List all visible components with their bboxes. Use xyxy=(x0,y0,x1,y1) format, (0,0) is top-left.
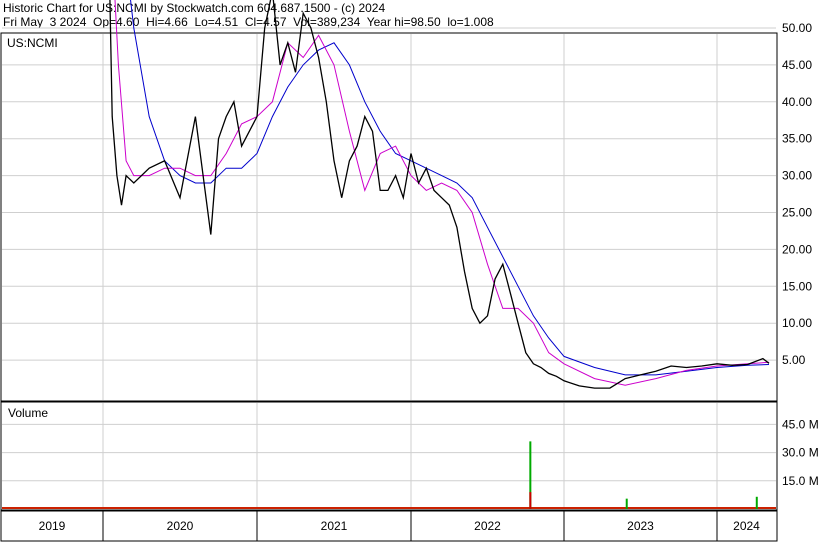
price-tick-label: 35.00 xyxy=(782,132,812,146)
price-tick-label: 30.00 xyxy=(782,169,812,183)
price-axis-labels: 5.00 10.00 15.00 20.00 25.00 30.00 35.00 40.00 4… xyxy=(782,21,812,367)
price-tick-label: 45.00 xyxy=(782,58,812,72)
price-tick-label: 20.00 xyxy=(782,242,812,256)
volume-panel xyxy=(0,401,778,511)
year-tick-label: 2023 xyxy=(627,519,654,533)
date-axis-panel xyxy=(0,510,778,542)
volume-tick-label: 30.0 M xyxy=(782,446,819,460)
year-tick-label: 2022 xyxy=(474,519,501,533)
price-panel xyxy=(0,32,778,402)
year-tick-label: 2020 xyxy=(167,519,194,533)
price-tick-label: 25.00 xyxy=(782,206,812,220)
price-tick-label: 5.00 xyxy=(782,353,806,367)
price-panel-title: US:NCMI xyxy=(7,36,58,50)
year-tick-label: 2021 xyxy=(321,519,348,533)
price-tick-label: 10.00 xyxy=(782,316,812,330)
volume-tick-label: 15.0 M xyxy=(782,474,819,488)
volume-axis-labels: 15.0 M 30.0 M 45.0 M xyxy=(782,417,819,487)
historic-chart: 5.00 10.00 15.00 20.00 25.00 30.00 35.00 40.00 4… xyxy=(0,0,819,542)
price-tick-label: 50.00 xyxy=(782,21,812,35)
year-tick-label: 2024 xyxy=(733,519,760,533)
price-tick-label: 40.00 xyxy=(782,95,812,109)
year-tick-label: 2019 xyxy=(39,519,66,533)
volume-panel-title: Volume xyxy=(8,406,48,420)
price-tick-label: 15.00 xyxy=(782,279,812,293)
volume-tick-label: 45.0 M xyxy=(782,417,819,431)
